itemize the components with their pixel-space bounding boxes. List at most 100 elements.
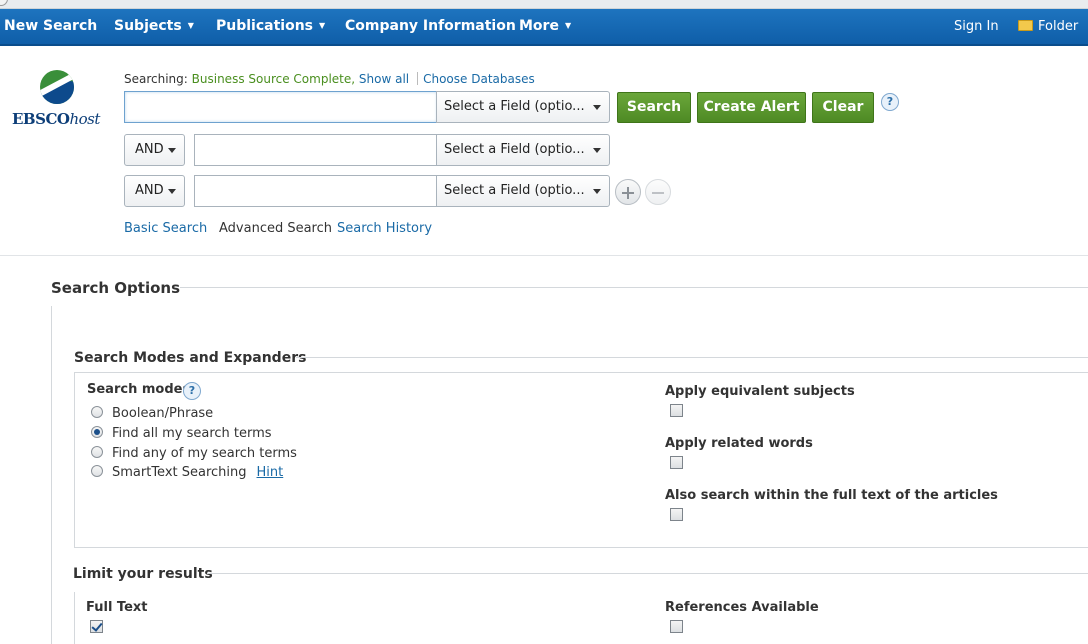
field-select-2[interactable]: Select a Field (optio... bbox=[436, 134, 610, 166]
expander-equivalent-subjects-checkbox[interactable] bbox=[670, 404, 683, 417]
expander-equivalent-subjects-label: Apply equivalent subjects bbox=[665, 384, 855, 399]
search-button-label: Search bbox=[626, 99, 682, 115]
limit-full-text-label: Full Text bbox=[86, 600, 148, 615]
nav-publications-label: Publications bbox=[216, 18, 314, 34]
nav-subjects-label: Subjects bbox=[114, 18, 182, 34]
radio-button-selected[interactable] bbox=[91, 426, 103, 438]
tab-search-history[interactable]: Search History bbox=[337, 221, 432, 236]
add-row-button[interactable] bbox=[615, 179, 641, 205]
boolean-operator-select-2[interactable]: AND bbox=[124, 134, 185, 166]
mode-find-any-terms[interactable]: Find any of my search terms bbox=[91, 446, 297, 462]
logo-suffix: host bbox=[69, 110, 100, 128]
create-alert-button-label: Create Alert bbox=[703, 99, 800, 115]
nav-company-information-label: Company Information bbox=[345, 18, 516, 34]
clear-button-label: Clear bbox=[822, 99, 864, 115]
dropdown-arrow-icon bbox=[168, 189, 176, 194]
header-divider bbox=[0, 255, 1088, 256]
refresh-icon[interactable] bbox=[0, 0, 8, 6]
limit-references-available-label: References Available bbox=[665, 600, 819, 615]
limit-section-rule bbox=[207, 573, 1088, 574]
search-input-2-box bbox=[194, 134, 437, 166]
create-alert-button[interactable]: Create Alert bbox=[697, 92, 806, 123]
mode-label: SmartText Searching bbox=[112, 465, 247, 480]
limit-section-title: Limit your results bbox=[73, 566, 213, 582]
nav-more-label: More bbox=[519, 18, 559, 34]
tab-advanced-search[interactable]: Advanced Search bbox=[219, 221, 332, 236]
ebscohost-logo[interactable]: EBSCOhost bbox=[12, 70, 107, 130]
mode-boolean-phrase[interactable]: Boolean/Phrase bbox=[91, 406, 213, 422]
search-modes-help-icon[interactable]: ? bbox=[183, 382, 201, 400]
field-select-1-value: Select a Field (optio... bbox=[444, 99, 585, 114]
search-input-3[interactable] bbox=[195, 176, 437, 206]
dropdown-arrow-icon bbox=[593, 189, 601, 194]
expander-related-words-checkbox[interactable] bbox=[670, 456, 683, 469]
tab-advanced-search-label: Advanced Search bbox=[219, 221, 333, 236]
operator-value-3: AND bbox=[135, 183, 164, 198]
logo-brand: EBSCO bbox=[12, 110, 70, 128]
show-all-link[interactable]: Show all bbox=[359, 72, 409, 86]
folder-label: Folder bbox=[1038, 19, 1079, 34]
dropdown-arrow-icon bbox=[593, 148, 601, 153]
choose-databases-link[interactable]: Choose Databases bbox=[423, 72, 535, 86]
search-options-title: Search Options bbox=[51, 279, 181, 297]
nav-more[interactable]: More ▼ bbox=[519, 9, 571, 44]
tab-basic-search[interactable]: Basic Search bbox=[124, 221, 207, 236]
field-select-1[interactable]: Select a Field (optio... bbox=[436, 91, 610, 123]
dropdown-arrow-icon bbox=[593, 105, 601, 110]
nav-company-information[interactable]: Company Information bbox=[345, 9, 516, 44]
logo-wordmark: EBSCOhost bbox=[12, 110, 100, 128]
nav-publications[interactable]: Publications ▼ bbox=[216, 9, 325, 44]
radio-button[interactable] bbox=[91, 465, 103, 477]
clear-button[interactable]: Clear bbox=[812, 92, 874, 123]
nav-new-search[interactable]: New Search bbox=[4, 9, 97, 44]
searching-databases-line: Searching: Business Source Complete, Sho… bbox=[124, 72, 535, 86]
field-select-3-value: Select a Field (optio... bbox=[444, 183, 585, 198]
mode-label: Find all my search terms bbox=[112, 426, 272, 441]
expander-full-text-label: Also search within the full text of the … bbox=[665, 488, 998, 503]
nav-new-search-label: New Search bbox=[4, 18, 98, 34]
search-input-1[interactable] bbox=[125, 92, 437, 122]
search-input-1-box bbox=[124, 91, 437, 123]
limit-references-available-checkbox[interactable] bbox=[670, 620, 683, 633]
sign-in-link[interactable]: Sign In bbox=[954, 9, 999, 44]
dropdown-arrow-icon bbox=[168, 148, 176, 153]
operator-value-2: AND bbox=[135, 142, 164, 157]
expander-related-words-label: Apply related words bbox=[665, 436, 813, 451]
help-icon[interactable]: ? bbox=[881, 93, 899, 111]
sign-in-label: Sign In bbox=[954, 19, 999, 34]
boolean-operator-select-3[interactable]: AND bbox=[124, 175, 185, 207]
top-navigation-bar: New Search Subjects ▼ Publications ▼ Compa… bbox=[0, 9, 1088, 46]
tab-search-history-label: Search History bbox=[337, 221, 433, 236]
remove-row-button[interactable] bbox=[645, 179, 671, 205]
caret-down-icon: ▼ bbox=[564, 21, 572, 30]
plus-icon-stem bbox=[627, 187, 629, 199]
searching-label: Searching: bbox=[124, 72, 188, 86]
field-select-2-value: Select a Field (optio... bbox=[444, 142, 585, 157]
smarttext-hint-link[interactable]: Hint bbox=[257, 465, 284, 480]
mode-label: Find any of my search terms bbox=[112, 446, 297, 461]
mode-smarttext[interactable]: SmartText Searching Hint bbox=[91, 465, 283, 481]
tab-basic-search-label: Basic Search bbox=[124, 221, 208, 236]
limit-full-text-checkbox[interactable] bbox=[90, 620, 103, 633]
radio-button[interactable] bbox=[91, 446, 103, 458]
field-select-3[interactable]: Select a Field (optio... bbox=[436, 175, 610, 207]
caret-down-icon: ▼ bbox=[187, 21, 194, 30]
search-button[interactable]: Search bbox=[617, 92, 691, 123]
ebsco-globe-icon bbox=[40, 70, 74, 104]
separator bbox=[417, 72, 419, 85]
modes-section-title: Search Modes and Expanders bbox=[74, 350, 307, 366]
limit-section-left-border bbox=[74, 592, 75, 644]
search-options-rule bbox=[180, 287, 1088, 288]
selected-database: Business Source Complete, bbox=[191, 72, 356, 86]
mode-find-all-terms[interactable]: Find all my search terms bbox=[91, 426, 272, 442]
search-modes-label: Search modes bbox=[87, 382, 191, 397]
folder-link[interactable]: Folder bbox=[1018, 9, 1078, 44]
nav-subjects[interactable]: Subjects ▼ bbox=[114, 9, 194, 44]
modes-section-rule bbox=[296, 357, 1088, 358]
expander-full-text-checkbox[interactable] bbox=[670, 508, 683, 521]
caret-down-icon: ▼ bbox=[319, 21, 326, 30]
minus-icon bbox=[652, 192, 664, 194]
radio-button[interactable] bbox=[91, 406, 103, 418]
search-input-3-box bbox=[194, 175, 437, 207]
search-input-2[interactable] bbox=[195, 135, 437, 165]
